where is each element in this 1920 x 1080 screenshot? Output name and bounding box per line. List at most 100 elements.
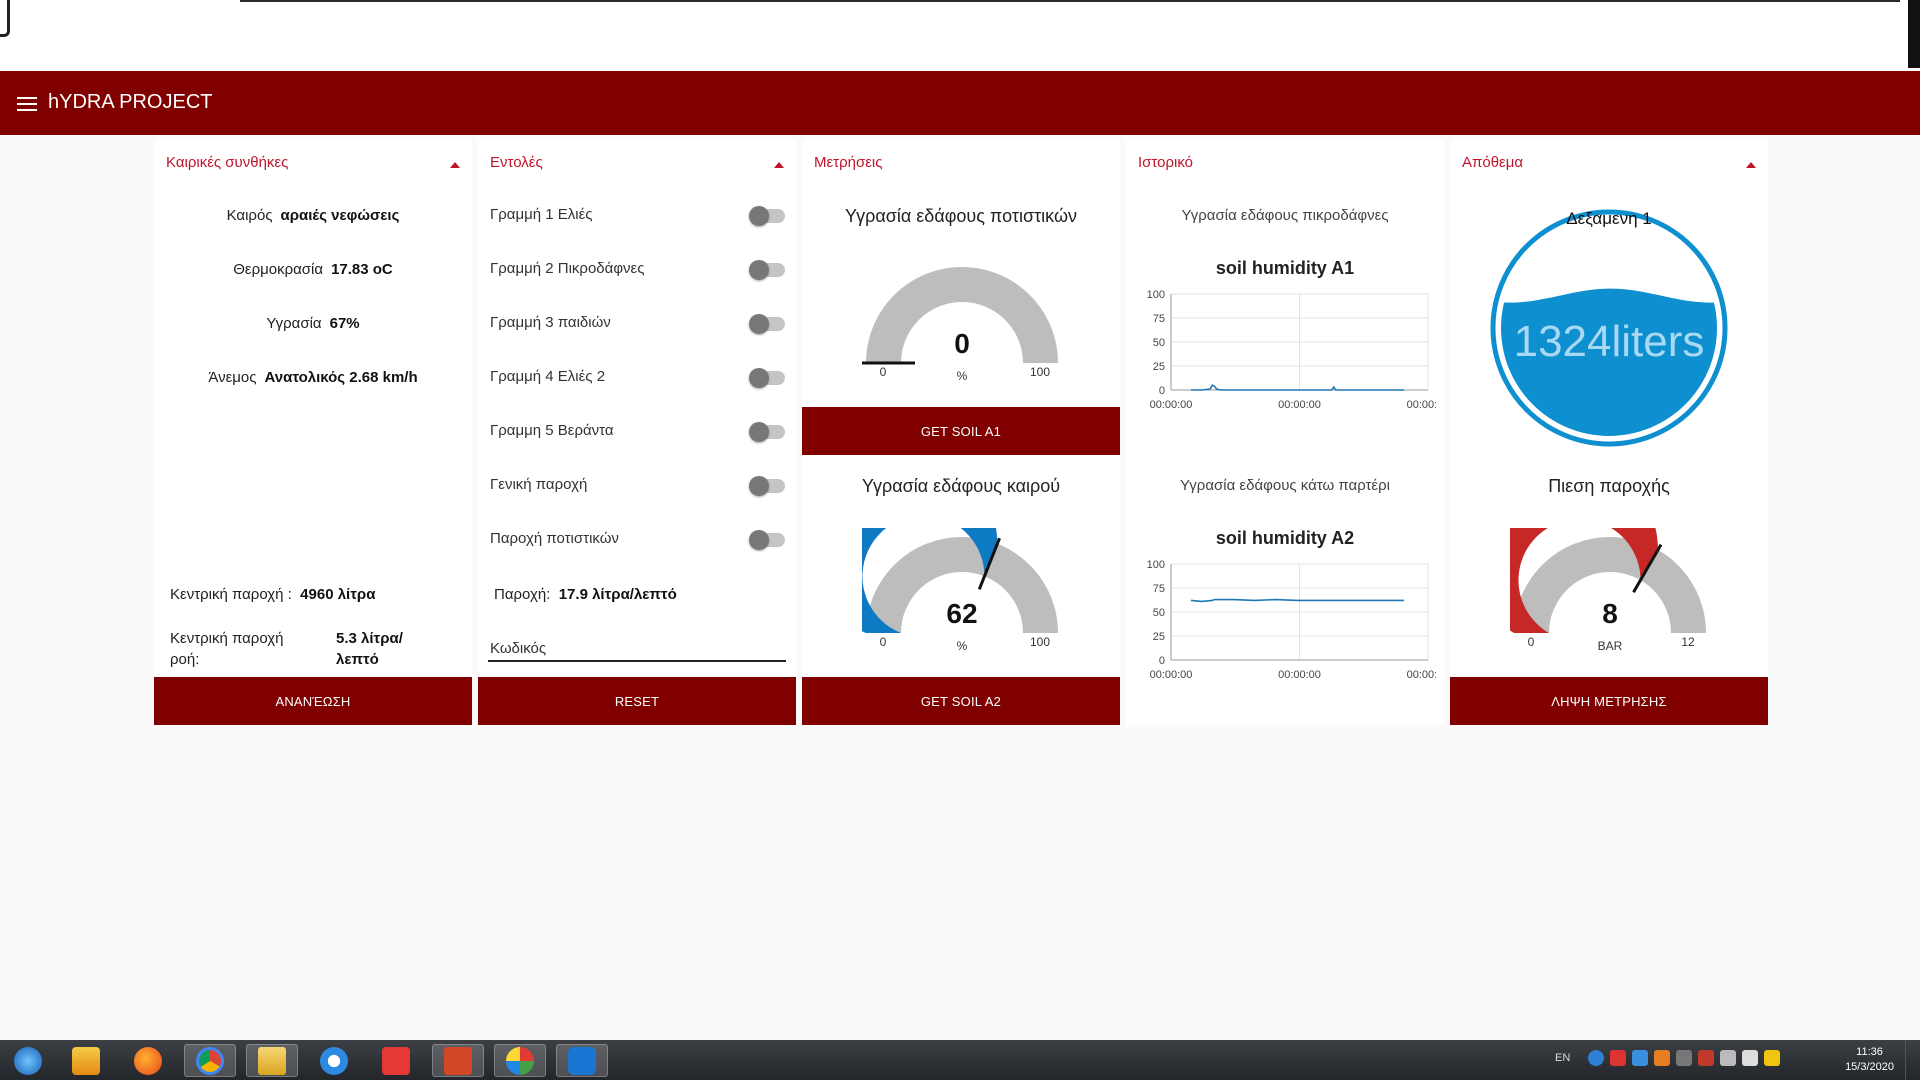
- system-tray: [1588, 1050, 1780, 1070]
- tank-value: 1324liters: [1514, 317, 1705, 366]
- central-flow-value: 5.3 λίτρα/λεπτό: [336, 630, 403, 668]
- tray-app-icon[interactable]: [1610, 1050, 1626, 1066]
- power-icon[interactable]: [1764, 1050, 1780, 1066]
- gauge-value: 62: [946, 598, 978, 629]
- toggle-switch[interactable]: [749, 530, 785, 550]
- chrome-icon[interactable]: [184, 1044, 236, 1077]
- water-tank-gauge: 1324liters: [1490, 209, 1728, 447]
- measurements-card-title: Μετρήσεις: [814, 154, 883, 171]
- file-explorer-icon[interactable]: [246, 1044, 298, 1077]
- switch-line-5: Γραμμη 5 Βεράντα: [490, 422, 785, 442]
- measurements-card: Μετρήσεις Υγρασία εδάφους ποτιστικών 0 %…: [802, 140, 1120, 725]
- x-tick-label: 00:00:00: [1407, 669, 1436, 681]
- tray-app-icon[interactable]: [1676, 1050, 1692, 1066]
- y-tick-label: 75: [1153, 583, 1165, 595]
- network-icon[interactable]: [1720, 1050, 1736, 1066]
- central-supply-row: Κεντρική παροχή : 4960 λίτρα: [170, 586, 376, 603]
- toggle-switch[interactable]: [749, 368, 785, 388]
- stock-card-title: Απόθεμα: [1462, 154, 1524, 171]
- app-title: hYDRA PROJECT: [48, 91, 213, 113]
- y-tick-label: 50: [1153, 607, 1165, 619]
- central-flow-label: Κεντρική παροχή ροή:: [170, 630, 284, 668]
- switch-general-supply: Γενική παροχή: [490, 476, 785, 496]
- window-corner-mark: [0, 0, 10, 37]
- x-tick-label: 00:00:00: [1407, 399, 1436, 411]
- switch-watering-supply: Παροχή ποτιστικών: [490, 530, 785, 550]
- firefox-icon[interactable]: [122, 1044, 174, 1077]
- code-input[interactable]: [488, 636, 786, 662]
- clock[interactable]: 11:36 15/3/2020: [1845, 1045, 1894, 1075]
- soil-humidity-a1-chart: 100 75 50 25 0 00:00:00 00:00:00 00:00:00: [1147, 289, 1436, 411]
- gauge-max: 100: [1029, 365, 1051, 379]
- gauge-value: 0: [954, 328, 970, 359]
- soil-humidity-gauge-2: [862, 528, 1058, 633]
- show-desktop-button[interactable]: [1905, 1040, 1920, 1080]
- y-tick-label: 0: [1159, 385, 1165, 397]
- paint-icon[interactable]: [494, 1044, 546, 1077]
- series-line: [1190, 598, 1404, 603]
- gauge-title: Πιεση παροχής: [1548, 476, 1670, 496]
- x-tick-label: 00:00:00: [1150, 669, 1193, 681]
- speaker-icon[interactable]: [1742, 1050, 1758, 1066]
- internet-explorer-icon[interactable]: [308, 1044, 360, 1077]
- flag-icon[interactable]: [1698, 1050, 1714, 1066]
- soil-humidity-a2-chart: 100 75 50 25 0 00:00:00 00:00:00 00:00:00: [1147, 559, 1436, 681]
- download-icon[interactable]: [370, 1044, 422, 1077]
- toggle-switch[interactable]: [749, 314, 785, 334]
- chart-label: Υγρασία εδάφους πικροδάφνες: [1181, 207, 1389, 224]
- reset-button[interactable]: RESET: [478, 677, 796, 725]
- history-card-title: Ιστορικό: [1138, 154, 1194, 171]
- y-tick-label: 50: [1153, 337, 1165, 349]
- temperature-row: Θερμοκρασία 17.83 oC: [233, 261, 393, 278]
- switch-line-1: Γραμμή 1 Ελιές: [490, 206, 785, 226]
- tray-app-icon[interactable]: [1632, 1050, 1648, 1066]
- chart-title: soil humidity A2: [1215, 528, 1355, 548]
- start-orb-icon[interactable]: [2, 1044, 54, 1077]
- flow-row: Παροχή: 17.9 λίτρα/λεπτό: [494, 586, 677, 603]
- browser-top-strip: [0, 0, 1920, 71]
- history-card: Ιστορικό Υγρασία εδάφους πικροδάφνες soi…: [1126, 140, 1444, 725]
- gauge-min: 0: [1527, 635, 1535, 649]
- y-tick-label: 100: [1147, 289, 1165, 301]
- x-tick-label: 00:00:00: [1278, 399, 1321, 411]
- refresh-button[interactable]: ΑΝΑΝΈΩΣΗ: [154, 677, 472, 725]
- switch-line-3: Γραμμή 3 παιδιών: [490, 314, 785, 334]
- collapse-arrow-icon[interactable]: [774, 162, 784, 168]
- right-edge: [1908, 0, 1920, 68]
- menu-icon[interactable]: [17, 97, 37, 111]
- media-player-icon[interactable]: [60, 1044, 112, 1077]
- language-indicator[interactable]: EN: [1555, 1052, 1570, 1064]
- powerpoint-icon[interactable]: [432, 1044, 484, 1077]
- collapse-arrow-icon[interactable]: [450, 162, 460, 168]
- switch-line-4: Γραμμή 4 Ελιές 2: [490, 368, 785, 388]
- gauge-value: 8: [1602, 598, 1618, 629]
- help-icon[interactable]: [1588, 1050, 1604, 1066]
- pressure-gauge: [1510, 528, 1706, 633]
- gauge-title: Υγρασία εδάφους καιρού: [861, 476, 1061, 496]
- gauge-title: Υγρασία εδάφους ποτιστικών: [844, 206, 1078, 226]
- y-tick-label: 100: [1147, 559, 1165, 571]
- gauge-max: 12: [1681, 635, 1695, 649]
- toggle-switch[interactable]: [749, 422, 785, 442]
- gauge-min: 0: [879, 365, 887, 379]
- y-tick-label: 25: [1153, 361, 1165, 373]
- app-toolbar: hYDRA PROJECT: [0, 71, 1920, 135]
- toggle-switch[interactable]: [749, 476, 785, 496]
- humidity-row: Υγρασία 67%: [266, 315, 360, 332]
- toggle-switch[interactable]: [749, 206, 785, 226]
- toggle-switch[interactable]: [749, 260, 785, 280]
- network-app-icon[interactable]: [556, 1044, 608, 1077]
- stock-card: Απόθεμα 1324liters Δεξαμενη 1 Πιεση παρο…: [1450, 140, 1768, 725]
- weather-card-title: Καιρικές συνθήκες: [166, 154, 289, 171]
- collapse-arrow-icon[interactable]: [1746, 162, 1756, 168]
- soil-humidity-gauge-1: [862, 267, 1058, 365]
- take-measurement-button[interactable]: ΛΗΨΗ ΜΕΤΡΗΣΗΣ: [1450, 677, 1768, 725]
- tank-water: [1501, 288, 1717, 436]
- gauge-max: 100: [1029, 635, 1051, 649]
- windows-taskbar: EN 11:36 15/3/2020: [0, 1040, 1920, 1080]
- get-soil-a2-button[interactable]: GET SOIL A2: [802, 677, 1120, 725]
- tray-app-icon[interactable]: [1654, 1050, 1670, 1066]
- chart-label: Υγρασία εδάφους κάτω παρτέρι: [1180, 477, 1390, 494]
- y-tick-label: 0: [1159, 655, 1165, 667]
- get-soil-a1-button[interactable]: GET SOIL A1: [802, 407, 1120, 455]
